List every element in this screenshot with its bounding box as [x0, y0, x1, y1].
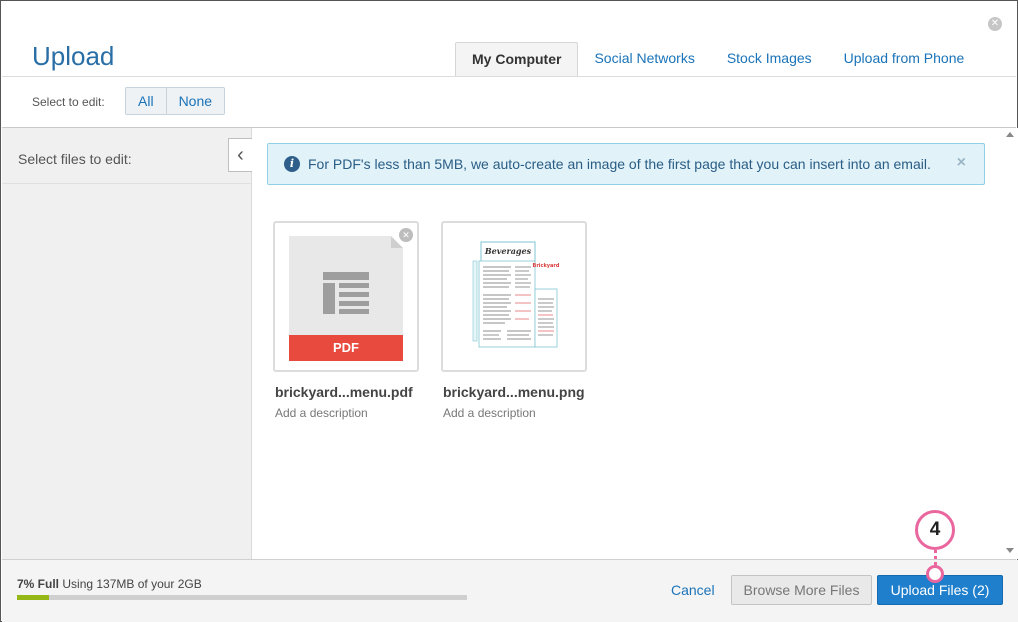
edit-sidebar: Select files to edit: ‹	[2, 128, 252, 559]
tab-social-networks[interactable]: Social Networks	[578, 42, 710, 77]
callout-target-dot	[926, 565, 944, 583]
sidebar-title: Select files to edit:	[18, 151, 132, 167]
close-icon[interactable]: ✕	[988, 17, 1002, 31]
select-all-button[interactable]: All	[126, 88, 166, 114]
scroll-up-icon[interactable]	[1006, 132, 1014, 137]
info-icon: i	[284, 156, 300, 172]
file-description[interactable]: Add a description	[443, 406, 536, 420]
browse-more-files-button[interactable]: Browse More Files	[731, 575, 872, 605]
pdf-file-icon: PDF	[289, 236, 403, 361]
select-none-button[interactable]: None	[165, 88, 224, 114]
pdf-badge: PDF	[289, 335, 403, 361]
file-name: brickyard...menu.png	[443, 384, 585, 400]
document-lines-icon	[323, 272, 369, 314]
collapse-sidebar-button[interactable]: ‹	[228, 138, 252, 172]
dialog-footer: 7% Full Using 137MB of your 2GB Cancel B…	[2, 560, 1018, 622]
storage-usage-text: 7% Full Using 137MB of your 2GB	[17, 577, 202, 591]
info-banner: i For PDF's less than 5MB, we auto-creat…	[267, 143, 985, 185]
tab-my-computer[interactable]: My Computer	[455, 42, 579, 77]
storage-usage-bar	[17, 595, 467, 600]
close-info-icon[interactable]: ×	[957, 154, 966, 172]
scroll-down-icon[interactable]	[1006, 548, 1014, 553]
usage-percent: 7% Full	[17, 577, 60, 591]
dialog-title: Upload	[32, 41, 115, 71]
source-tabs: My Computer Social Networks Stock Images…	[455, 42, 980, 77]
header-divider	[2, 76, 1016, 77]
vertical-scrollbar[interactable]	[1002, 128, 1018, 559]
tab-upload-from-phone[interactable]: Upload from Phone	[828, 42, 981, 77]
info-text: For PDF's less than 5MB, we auto-create …	[308, 156, 931, 172]
step-callout-badge: 4	[915, 510, 955, 550]
remove-file-icon[interactable]: ✕	[399, 228, 413, 242]
storage-usage-fill	[17, 595, 49, 600]
tab-stock-images[interactable]: Stock Images	[711, 42, 828, 77]
select-to-edit-label: Select to edit:	[32, 95, 105, 109]
file-name: brickyard...menu.pdf	[275, 384, 413, 400]
chevron-left-icon: ‹	[237, 144, 244, 166]
usage-detail: Using 137MB of your 2GB	[62, 577, 202, 591]
callout-connector	[934, 550, 937, 565]
file-description[interactable]: Add a description	[275, 406, 368, 420]
svg-text:Beverages: Beverages	[484, 246, 532, 256]
cancel-button[interactable]: Cancel	[671, 582, 715, 598]
menu-image-thumbnail: Beverages Brickyard	[471, 239, 561, 357]
svg-text:Brickyard: Brickyard	[533, 263, 560, 269]
sidebar-divider	[2, 183, 251, 184]
selection-toggle: All None	[125, 87, 226, 115]
file-card-png[interactable]: Beverages Brickyard	[441, 221, 587, 372]
file-card-pdf[interactable]: PDF ✕	[273, 221, 419, 372]
upload-dialog: ✕ Upload My Computer Social Networks Sto…	[0, 0, 1018, 622]
